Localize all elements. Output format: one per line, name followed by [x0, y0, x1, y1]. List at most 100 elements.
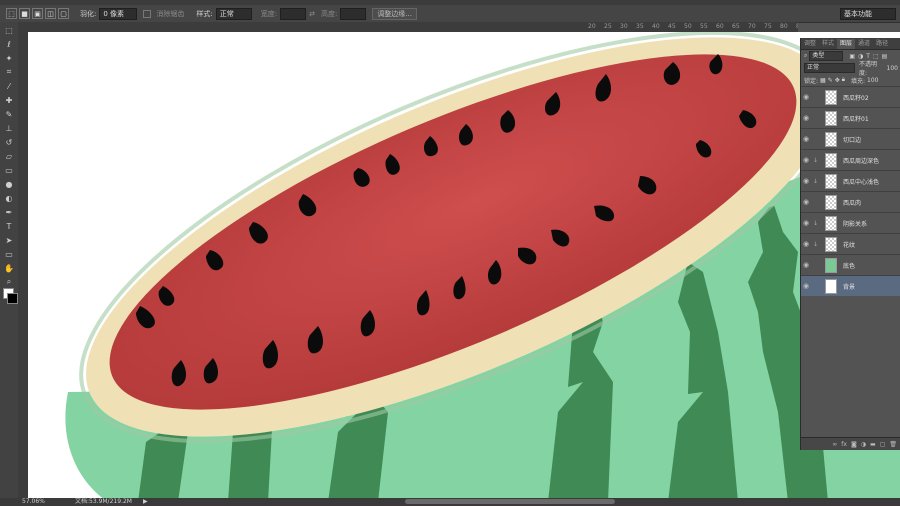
options-bar: ⬚ ■ ▣ ◫ ▢ 羽化: 0 像素 消除锯齿 样式: 正常 宽度: ⇄ 高度:…	[0, 5, 900, 23]
ruler-tick-label: 45	[668, 23, 676, 30]
ruler-tick-label: 20	[588, 23, 596, 30]
new-selection-icon[interactable]: ■	[19, 8, 30, 19]
layer-style-icon[interactable]: fx	[841, 441, 847, 448]
brush-tool-icon[interactable]: ✎	[2, 108, 16, 120]
style-select[interactable]: 正常	[215, 7, 252, 20]
layer-thumbnail	[825, 131, 837, 147]
status-menu-arrow-icon[interactable]: ▶	[143, 498, 148, 506]
workspace-select[interactable]: 基本功能	[840, 7, 896, 20]
swap-icon[interactable]: ⇄	[309, 10, 315, 18]
shape-tool-icon[interactable]: ▭	[2, 248, 16, 260]
layer-row[interactable]: ◉ 背景	[801, 275, 900, 296]
blend-opacity-row: 正常 不透明度: 100	[801, 61, 900, 77]
opacity-input[interactable]: 100	[887, 65, 898, 72]
feather-input[interactable]: 0 像素	[99, 7, 138, 20]
tab-channels[interactable]: 通道	[855, 39, 873, 49]
layer-thumbnail	[825, 215, 837, 231]
layer-filter-row: ⌕ 类型 ▣ ◑ T ⬚ ▤	[801, 50, 900, 62]
filter-pixel-icon[interactable]: ▣	[849, 53, 855, 60]
layers-panel: 调整 样式 图层 通道 路径 ⌕ 类型 ▣ ◑ T ⬚ ▤ 正常 不透明度: 1…	[800, 38, 900, 450]
crop-tool-icon[interactable]: ⌗	[2, 66, 16, 78]
layer-row[interactable]: ◉ 西瓜肉	[801, 191, 900, 212]
blur-tool-icon[interactable]: ●	[2, 178, 16, 190]
layer-name: 西瓜中心浅色	[843, 178, 880, 186]
visibility-eye-icon[interactable]: ◉	[801, 156, 811, 164]
tab-adjustments[interactable]: 调整	[801, 39, 819, 49]
background-color-swatch[interactable]	[7, 293, 18, 304]
zoom-level[interactable]: 57.06%	[22, 498, 45, 506]
visibility-eye-icon[interactable]: ◉	[801, 240, 811, 248]
horizontal-scrollbar[interactable]	[405, 499, 615, 504]
layer-thumbnail	[825, 89, 837, 105]
history-brush-icon[interactable]: ↺	[2, 136, 16, 148]
document-canvas[interactable]	[28, 32, 900, 498]
stamp-tool-icon[interactable]: ⊥	[2, 122, 16, 134]
panel-tabs: 调整 样式 图层 通道 路径	[801, 38, 900, 50]
lock-all-icon[interactable]: 🔒︎	[842, 76, 845, 84]
layer-row[interactable]: ◉ 底色	[801, 254, 900, 275]
visibility-eye-icon[interactable]: ◉	[801, 177, 811, 185]
ruler-tick-label: 50	[684, 23, 692, 30]
visibility-eye-icon[interactable]: ◉	[801, 198, 811, 206]
layer-thumbnail	[825, 173, 837, 189]
layer-row[interactable]: ◉ ↓ 阴影关系	[801, 212, 900, 233]
pen-tool-icon[interactable]: ✒	[2, 206, 16, 218]
visibility-eye-icon[interactable]: ◉	[801, 282, 811, 290]
lock-transparent-icon[interactable]: ▦	[820, 77, 826, 84]
lock-move-icon[interactable]: ✥	[835, 77, 840, 84]
lock-brush-icon[interactable]: ✎	[828, 77, 833, 84]
tab-paths[interactable]: 路径	[873, 39, 891, 49]
dodge-tool-icon[interactable]: ◐	[2, 192, 16, 204]
clipping-mask-icon: ↓	[813, 177, 819, 185]
antialias-label: 消除锯齿	[156, 9, 185, 18]
intersect-selection-icon[interactable]: ▢	[58, 8, 69, 19]
ruler-tick-label: 60	[716, 23, 724, 30]
marquee-tool-icon[interactable]: ⬚	[6, 8, 17, 19]
delete-layer-icon[interactable]: 🗑︎	[889, 441, 897, 448]
filter-kind-select[interactable]: 类型	[809, 51, 844, 61]
visibility-eye-icon[interactable]: ◉	[801, 135, 811, 143]
gradient-tool-icon[interactable]: ▭	[2, 164, 16, 176]
lock-fill-row: 锁定: ▦ ✎ ✥ 🔒︎ 填充: 100	[801, 74, 900, 86]
layer-row[interactable]: ◉ 西瓜籽02	[801, 86, 900, 107]
link-layers-icon[interactable]: ∞	[832, 441, 837, 448]
add-selection-icon[interactable]: ▣	[32, 8, 43, 19]
visibility-eye-icon[interactable]: ◉	[801, 93, 811, 101]
layer-name: 底色	[843, 262, 856, 270]
width-input[interactable]	[280, 7, 307, 20]
magic-wand-icon[interactable]: ✦	[2, 52, 16, 64]
height-input[interactable]	[340, 7, 367, 20]
layer-name: 背景	[843, 283, 856, 291]
layer-row[interactable]: ◉ 西瓜籽01	[801, 107, 900, 128]
type-tool-icon[interactable]: T	[2, 220, 16, 232]
blend-mode-select[interactable]: 正常	[804, 63, 856, 73]
new-adjustment-icon[interactable]: ◑	[861, 441, 866, 448]
zoom-tool-icon[interactable]: ⌕	[2, 276, 16, 288]
document-size: 文档:53.9M/219.2M	[75, 498, 132, 505]
visibility-eye-icon[interactable]: ◉	[801, 114, 811, 122]
eraser-icon[interactable]: ▱	[2, 150, 16, 162]
antialias-checkbox[interactable]	[143, 9, 152, 18]
path-selection-icon[interactable]: ➤	[2, 234, 16, 246]
layer-name: 阴影关系	[843, 220, 868, 228]
add-mask-icon[interactable]: ◙	[851, 441, 857, 448]
visibility-eye-icon[interactable]: ◉	[801, 261, 811, 269]
new-group-icon[interactable]: ▬	[870, 441, 876, 448]
hand-tool-icon[interactable]: ✋	[2, 262, 16, 274]
feather-label: 羽化:	[80, 9, 97, 18]
lasso-tool-icon[interactable]: ℓ	[2, 38, 16, 50]
refine-edge-button[interactable]: 调整边缘...	[372, 7, 417, 20]
new-layer-icon[interactable]: ▢	[880, 441, 886, 448]
fill-input[interactable]: 100	[867, 77, 878, 84]
tab-styles[interactable]: 样式	[819, 39, 837, 49]
tab-layers[interactable]: 图层	[837, 39, 856, 49]
healing-brush-icon[interactable]: ✚	[2, 94, 16, 106]
marquee-tool-icon[interactable]: ⬚	[2, 24, 16, 36]
layer-row[interactable]: ◉ ↓ 西瓜周边深色	[801, 149, 900, 170]
layer-row[interactable]: ◉ 切口边	[801, 128, 900, 149]
layer-row[interactable]: ◉ ↓ 西瓜中心浅色	[801, 170, 900, 191]
eyedropper-icon[interactable]: ⁄	[2, 80, 16, 92]
subtract-selection-icon[interactable]: ◫	[45, 8, 56, 19]
visibility-eye-icon[interactable]: ◉	[801, 219, 811, 227]
layer-row[interactable]: ◉ ↓ 花纹	[801, 233, 900, 254]
